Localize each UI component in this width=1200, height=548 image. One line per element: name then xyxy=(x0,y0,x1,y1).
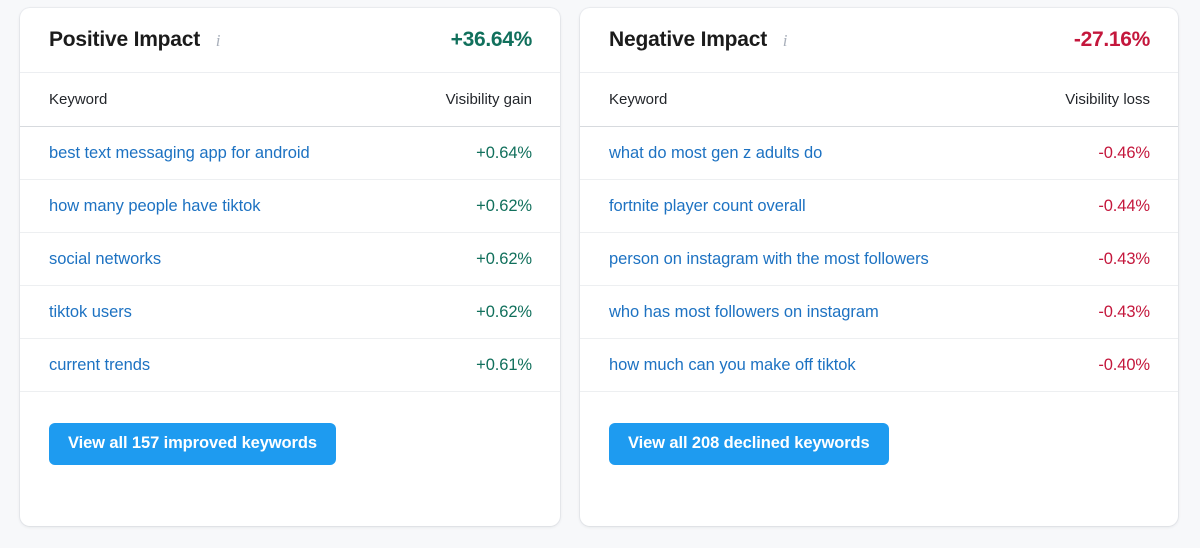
visibility-gain-value: +0.64% xyxy=(476,143,532,162)
negative-impact-total-value: -27.16% xyxy=(1073,28,1150,51)
keyword-link[interactable]: social networks xyxy=(49,250,161,269)
negative-table-column-headers: Keyword Visibility loss xyxy=(580,73,1178,127)
keyword-link[interactable]: how much can you make off tiktok xyxy=(609,356,856,375)
info-icon[interactable]: i xyxy=(778,31,792,49)
negative-impact-title: Negative Impact xyxy=(609,28,768,51)
column-header-keyword: Keyword xyxy=(49,91,108,108)
column-header-visibility-gain: Visibility gain xyxy=(445,91,532,108)
info-icon[interactable]: i xyxy=(211,31,225,49)
visibility-gain-value: +0.62% xyxy=(476,302,532,321)
table-row: what do most gen z adults do -0.46% xyxy=(580,127,1178,180)
table-row: tiktok users +0.62% xyxy=(20,286,560,339)
positive-impact-total-value: +36.64% xyxy=(450,28,533,51)
view-all-declined-keywords-button[interactable]: View all 208 declined keywords xyxy=(609,423,889,465)
visibility-loss-value: -0.40% xyxy=(1098,355,1150,374)
visibility-loss-value: -0.43% xyxy=(1098,249,1150,268)
negative-impact-card: Negative Impact i -27.16% Keyword Visibi… xyxy=(580,8,1178,526)
negative-impact-card-header: Negative Impact i -27.16% xyxy=(580,8,1178,73)
visibility-gain-value: +0.62% xyxy=(476,249,532,268)
visibility-loss-value: -0.43% xyxy=(1098,302,1150,321)
visibility-loss-value: -0.44% xyxy=(1098,196,1150,215)
negative-card-footer: View all 208 declined keywords xyxy=(580,392,1178,465)
table-row: person on instagram with the most follow… xyxy=(580,233,1178,286)
keyword-link[interactable]: who has most followers on instagram xyxy=(609,303,879,322)
column-header-keyword: Keyword xyxy=(609,91,668,108)
visibility-loss-value: -0.46% xyxy=(1098,143,1150,162)
view-all-improved-keywords-button[interactable]: View all 157 improved keywords xyxy=(49,423,336,465)
positive-card-footer: View all 157 improved keywords xyxy=(20,392,560,465)
table-row: best text messaging app for android +0.6… xyxy=(20,127,560,180)
keyword-link[interactable]: person on instagram with the most follow… xyxy=(609,250,929,269)
column-header-visibility-loss: Visibility loss xyxy=(1065,91,1150,108)
table-row: fortnite player count overall -0.44% xyxy=(580,180,1178,233)
keyword-link[interactable]: tiktok users xyxy=(49,303,132,322)
impact-cards-board: Positive Impact i +36.64% Keyword Visibi… xyxy=(0,0,1200,548)
keyword-link[interactable]: best text messaging app for android xyxy=(49,144,310,163)
keyword-link[interactable]: fortnite player count overall xyxy=(609,197,806,216)
keyword-link[interactable]: current trends xyxy=(49,356,150,375)
table-row: how many people have tiktok +0.62% xyxy=(20,180,560,233)
positive-impact-title: Positive Impact xyxy=(49,28,201,51)
positive-impact-card: Positive Impact i +36.64% Keyword Visibi… xyxy=(20,8,560,526)
table-row: current trends +0.61% xyxy=(20,339,560,392)
positive-keywords-table: Keyword Visibility gain best text messag… xyxy=(20,73,560,392)
table-row: social networks +0.62% xyxy=(20,233,560,286)
visibility-gain-value: +0.61% xyxy=(476,355,532,374)
keyword-link[interactable]: what do most gen z adults do xyxy=(609,144,822,163)
positive-impact-card-header: Positive Impact i +36.64% xyxy=(20,8,560,73)
negative-keywords-table: Keyword Visibility loss what do most gen… xyxy=(580,73,1178,392)
keyword-link[interactable]: how many people have tiktok xyxy=(49,197,261,216)
visibility-gain-value: +0.62% xyxy=(476,196,532,215)
positive-table-column-headers: Keyword Visibility gain xyxy=(20,73,560,127)
table-row: how much can you make off tiktok -0.40% xyxy=(580,339,1178,392)
table-row: who has most followers on instagram -0.4… xyxy=(580,286,1178,339)
